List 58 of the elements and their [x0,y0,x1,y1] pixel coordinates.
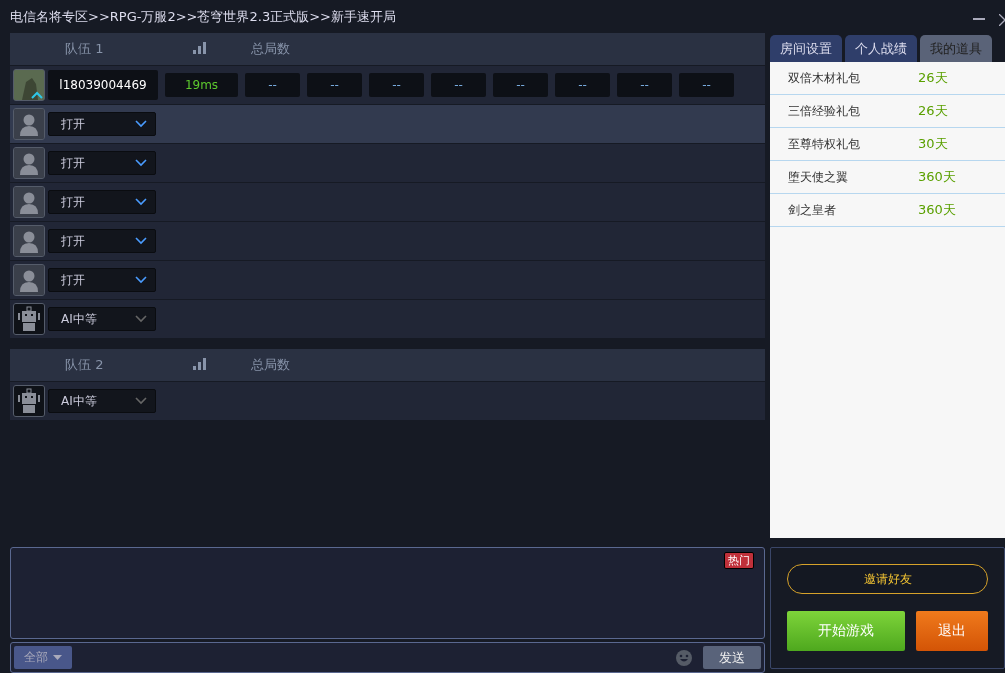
item-duration: 360天 [918,201,956,219]
minimize-icon[interactable] [973,18,985,21]
caret-icon [135,159,147,167]
hot-badge: 热门 [724,552,754,569]
item-name: 双倍木材礼包 [787,69,861,87]
slot-dropdown[interactable]: AI中等 [48,307,156,331]
slot-dropdown[interactable]: 打开 [48,112,156,136]
player-name: l18039004469 [48,70,158,100]
stat-cell: -- [369,73,424,97]
person-placeholder-icon [13,108,45,140]
item-duration: 30天 [918,135,948,153]
team-name: 队伍 1 [65,40,105,58]
caret-icon [135,198,147,206]
stat-cell: -- [245,73,300,97]
item-name: 剑之皇者 [787,201,837,219]
stat-cell: -- [617,73,672,97]
caret-icon [135,276,147,284]
item-duration: 360天 [918,168,956,186]
slot-dropdown[interactable]: 打开 [48,268,156,292]
column-header: 总局数 [251,356,290,374]
signal-icon [193,41,207,54]
slot-dropdown[interactable]: 打开 [48,151,156,175]
caret-icon [135,237,147,245]
person-placeholder-icon [13,264,45,296]
tab[interactable]: 个人战绩 [845,35,917,62]
robot-icon [13,303,45,335]
person-placeholder-icon [13,186,45,218]
person-placeholder-icon [13,147,45,179]
tab[interactable]: 房间设置 [770,35,842,62]
invite-button[interactable]: 邀请好友 [787,564,988,594]
stat-cell: -- [555,73,610,97]
stat-cell: -- [307,73,362,97]
item-name: 堕天使之翼 [787,168,849,186]
item-duration: 26天 [918,69,948,87]
caret-icon [53,655,62,660]
slot-dropdown[interactable]: AI中等 [48,389,156,413]
avatar-picture [13,69,45,101]
column-header: 总局数 [251,40,290,58]
caret-icon [135,397,147,405]
slot-dropdown[interactable]: 打开 [48,190,156,214]
stat-cell: -- [431,73,486,97]
slot-dropdown[interactable]: 打开 [48,229,156,253]
chat-input-field[interactable]: 全部 发送 [10,642,765,673]
ping-value: 19ms [165,73,238,97]
person-placeholder-icon [13,225,45,257]
close-icon[interactable] [999,13,1005,26]
send-button[interactable]: 发送 [703,646,761,669]
window-title: 电信名将专区>>RPG-万服2>>苍穹世界2.3正式版>>新手速开局 [10,7,396,26]
signal-icon [193,357,207,370]
robot-icon [13,385,45,417]
stat-cell: -- [679,73,734,97]
item-duration: 26天 [918,102,948,120]
caret-icon [135,120,147,128]
caret-icon [135,315,147,323]
team-name: 队伍 2 [65,356,105,374]
item-name: 三倍经验礼包 [787,102,861,120]
stat-cell: -- [493,73,548,97]
item-name: 至尊特权礼包 [787,135,861,153]
